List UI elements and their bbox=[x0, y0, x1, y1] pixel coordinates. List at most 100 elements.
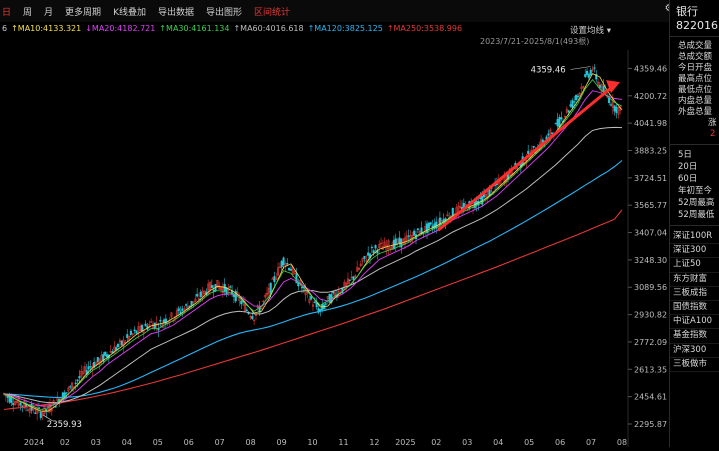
toolbar-item-5[interactable]: 导出数据 bbox=[152, 5, 200, 18]
candle-body bbox=[416, 228, 419, 231]
candle-body bbox=[273, 276, 276, 282]
index-item-3[interactable]: 东方财富 bbox=[670, 273, 719, 287]
ma-legend-item-3: ↑MA60:4016.618 bbox=[233, 23, 304, 33]
candle-body bbox=[586, 70, 589, 75]
kline-chart[interactable]: 4359.46 4200.72 4041.98 3883.25 3724.51 3565.… bbox=[0, 50, 669, 447]
x-tick-label-1: 02 bbox=[60, 438, 70, 447]
ma-legend-item-0: ↑MA10:4133.321 bbox=[11, 23, 82, 33]
index-item-2[interactable]: 上证50 bbox=[670, 258, 719, 273]
index-item-5[interactable]: 国债指数 bbox=[670, 301, 719, 316]
x-tick-label-17: 06 bbox=[555, 438, 565, 447]
stat-item-1: 总成交额 bbox=[678, 52, 713, 62]
x-tick-label-5: 06 bbox=[184, 438, 194, 447]
right-info-panel: 银行 822016 总成交量 总成交额 今日开盘 最高点位 最低点位 内盘总量 外盘总量 涨… bbox=[669, 0, 719, 447]
candle-body bbox=[69, 386, 72, 388]
index-item-4[interactable]: 三板成指 bbox=[670, 287, 719, 301]
candle-body bbox=[185, 304, 188, 306]
candle-body bbox=[89, 366, 92, 368]
ma120-line bbox=[3, 160, 623, 398]
index-item-1[interactable]: 深证300 bbox=[670, 244, 719, 259]
candle-body bbox=[10, 397, 13, 403]
index-item-8[interactable]: 沪深300 bbox=[670, 344, 719, 358]
candle-body bbox=[288, 267, 291, 271]
candle-body bbox=[608, 97, 611, 103]
y-tick-label-5: 3565.77 bbox=[634, 201, 667, 210]
candle-body bbox=[181, 308, 184, 311]
x-tick-label-15: 04 bbox=[493, 438, 503, 447]
kline-svg[interactable]: 4359.46 4200.72 4041.98 3883.25 3724.51 3565.… bbox=[0, 50, 669, 447]
candle-body bbox=[280, 260, 283, 268]
candle-body bbox=[133, 329, 136, 331]
candle-body bbox=[571, 100, 574, 108]
y-tick-label-13: 2295.87 bbox=[634, 420, 667, 429]
x-tick-label-3: 04 bbox=[122, 438, 132, 447]
x-tick-label-8: 09 bbox=[276, 438, 286, 447]
stat-extra-value: 2 bbox=[710, 129, 716, 139]
candle-body bbox=[245, 309, 248, 311]
candle-body bbox=[45, 409, 48, 412]
x-tick-label-18: 07 bbox=[586, 438, 596, 447]
candle-body bbox=[589, 69, 592, 76]
stat-item-2: 今日开盘 bbox=[678, 63, 713, 73]
candle-body bbox=[584, 74, 587, 77]
candle-body bbox=[567, 110, 570, 113]
toolbar-item-0[interactable]: 日 bbox=[0, 5, 17, 18]
panel-code: 822016 bbox=[676, 19, 718, 32]
y-tick-label-7: 3248.30 bbox=[634, 256, 667, 265]
candle-body bbox=[190, 300, 193, 306]
candle-body bbox=[370, 246, 373, 249]
toolbar-item-6[interactable]: 导出图形 bbox=[200, 5, 248, 18]
candle-body bbox=[251, 316, 254, 320]
candle-body bbox=[140, 325, 143, 332]
y-tick-label-3: 3883.25 bbox=[634, 146, 667, 155]
candle-body bbox=[363, 255, 366, 259]
x-tick-label-12: 2025 bbox=[395, 438, 415, 447]
candle-body bbox=[162, 319, 166, 323]
candle-body bbox=[105, 354, 109, 358]
toolbar-item-4[interactable]: K线叠加 bbox=[107, 5, 152, 18]
candle-body bbox=[39, 412, 42, 419]
x-tick-label-13: 02 bbox=[431, 438, 441, 447]
candle-body bbox=[348, 279, 351, 281]
y-tick-label-11: 2613.35 bbox=[634, 365, 667, 374]
candle-body bbox=[598, 85, 601, 89]
min-value-label: 2359.93 bbox=[47, 420, 82, 430]
x-tick-label-0: 2024 bbox=[24, 438, 44, 447]
candle-body bbox=[21, 405, 24, 407]
period-list: 5日 20日 60日 年初至今 52周最高 52周最低 bbox=[670, 149, 719, 221]
candle-body bbox=[116, 343, 120, 347]
candle-body bbox=[104, 351, 107, 356]
candle-body bbox=[576, 95, 579, 98]
y-tick-label-8: 3089.56 bbox=[634, 283, 667, 292]
period-item-0: 5日 bbox=[678, 150, 692, 160]
toolbar-item-2[interactable]: 月 bbox=[38, 5, 59, 18]
max-pointer bbox=[570, 66, 591, 70]
candle-body bbox=[352, 276, 355, 280]
toolbar-item-7[interactable]: 区间统计 bbox=[248, 5, 296, 18]
x-tick-label-16: 05 bbox=[524, 438, 534, 447]
stat-item-6: 外盘总量 bbox=[678, 107, 713, 117]
candle-body bbox=[615, 106, 618, 114]
period-item-3: 年初至今 bbox=[678, 186, 713, 196]
candle-body bbox=[282, 257, 285, 265]
candle-body bbox=[532, 145, 535, 148]
x-tick-label-6: 07 bbox=[215, 438, 225, 447]
index-item-0[interactable]: 深证100R bbox=[670, 230, 719, 245]
candle-body bbox=[196, 294, 199, 297]
index-item-9[interactable]: 三板做市 bbox=[670, 358, 719, 372]
date-range-label: 2023/7/21-2025/8/1(493根) bbox=[480, 37, 590, 46]
ma-legend-item-2: ↑MA30:4161.134 bbox=[159, 23, 230, 33]
period-item-5: 52周最低 bbox=[678, 210, 715, 220]
stat-extra-label: 涨 bbox=[708, 118, 717, 128]
x-tick-label-11: 12 bbox=[369, 438, 379, 447]
ma10-line bbox=[3, 73, 623, 412]
y-tick-label-2: 4041.98 bbox=[634, 119, 667, 128]
settings-ma-button[interactable]: 设置均线 ▾ bbox=[570, 24, 611, 36]
candle-body bbox=[587, 74, 590, 78]
toolbar-item-3[interactable]: 更多周期 bbox=[59, 5, 107, 18]
index-item-6[interactable]: 中证A100 bbox=[670, 315, 719, 330]
candle-body bbox=[374, 245, 377, 249]
index-item-7[interactable]: 基金指数 bbox=[670, 329, 719, 344]
x-tick-label-4: 05 bbox=[153, 438, 163, 447]
toolbar-item-1[interactable]: 周 bbox=[17, 5, 38, 18]
